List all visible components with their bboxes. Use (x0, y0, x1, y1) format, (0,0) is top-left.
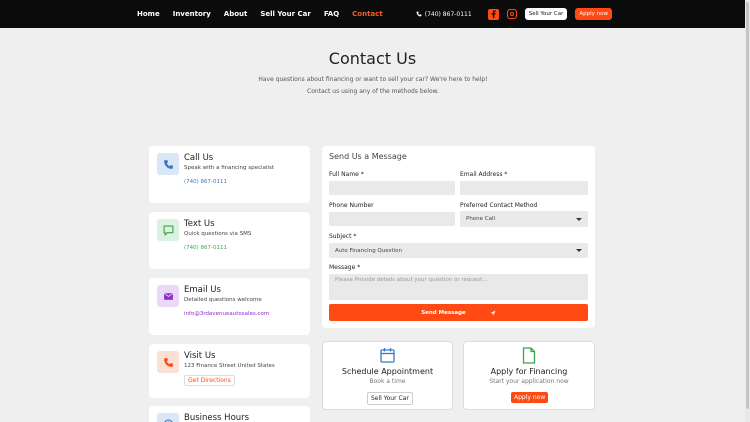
phone-number-input[interactable] (329, 212, 455, 226)
page-scrollbar[interactable] (745, 0, 750, 422)
schedule-appointment-title: Schedule Appointment (341, 367, 434, 376)
page-subtitle: Have questions about financing or want t… (258, 76, 488, 95)
visit-us-address: 123 Finance Street United States (184, 363, 275, 369)
business-hours-title: Business Hours (184, 413, 250, 422)
document-icon (464, 347, 594, 364)
phone-icon (157, 153, 179, 175)
text-us-title: Text Us (184, 219, 215, 229)
message-icon (157, 219, 179, 241)
location-icon (157, 351, 179, 373)
call-us-title: Call Us (184, 153, 214, 163)
calendar-icon (323, 347, 452, 363)
text-us-phone-link[interactable]: (740) 867-0111 (184, 245, 227, 251)
apply-for-financing-subtitle: Start your application now (489, 378, 569, 385)
email-us-title: Email Us (184, 285, 221, 295)
text-us-description: Quick questions via SMS (184, 231, 252, 237)
header-apply-now-button[interactable]: Apply now (575, 8, 612, 20)
header-actions: (740) 867-0111 Sell Your Car Apply now (416, 0, 612, 28)
email-input[interactable] (460, 181, 588, 195)
clock-icon (157, 413, 179, 422)
call-us-phone-link[interactable]: (740) 867-0111 (184, 179, 227, 185)
instagram-icon[interactable] (506, 9, 517, 19)
apply-for-financing-card: Apply for Financing Start your applicati… (463, 341, 595, 410)
scrollbar-thumb[interactable] (746, 2, 749, 409)
full-name-input[interactable] (329, 181, 455, 195)
main-nav: Home Inventory About Sell Your Car FAQ C… (137, 0, 383, 28)
nav-about[interactable]: About (224, 10, 248, 18)
header-phone-number: (740) 867-0111 (424, 10, 472, 18)
text-us-card: Text Us Quick questions via SMS (740) 86… (149, 212, 310, 269)
subject-select[interactable]: Auto Financing Question (329, 243, 588, 258)
contact-method-select[interactable]: Phone Call (460, 211, 588, 227)
contact-form: Send Us a Message Full Name * Email Addr… (322, 146, 595, 328)
apply-now-button[interactable]: Apply now (511, 392, 549, 403)
call-us-card: Call Us Speak with a financing specialis… (149, 146, 310, 203)
schedule-sell-your-car-button[interactable]: Sell Your Car (367, 392, 413, 405)
email-us-link[interactable]: info@3rdavenueautosales.com (184, 311, 269, 317)
nav-faq[interactable]: FAQ (324, 10, 339, 18)
contact-method-value: Phone Call (466, 216, 496, 222)
schedule-appointment-card: Schedule Appointment Book a time Sell Yo… (322, 341, 453, 410)
schedule-appointment-subtitle: Book a time (369, 378, 406, 385)
email-icon (157, 285, 179, 307)
send-icon (490, 310, 496, 315)
nav-inventory[interactable]: Inventory (173, 10, 211, 18)
email-us-description: Detailed questions welcome (184, 297, 262, 303)
contact-method-label: Preferred Contact Method (460, 202, 538, 209)
business-hours-card: Business Hours (149, 406, 310, 422)
phone-icon (416, 11, 422, 17)
email-label: Email Address * (460, 171, 508, 178)
form-title: Send Us a Message (329, 152, 407, 161)
message-label: Message * (329, 264, 361, 271)
send-message-label: Send Message (421, 309, 466, 316)
nav-sell-your-car[interactable]: Sell Your Car (260, 10, 310, 18)
top-navigation-bar: Home Inventory About Sell Your Car FAQ C… (0, 0, 750, 28)
subject-label: Subject * (329, 233, 357, 240)
get-directions-button[interactable]: Get Directions (184, 375, 235, 386)
full-name-label: Full Name * (329, 171, 364, 178)
facebook-icon[interactable] (487, 8, 499, 20)
header-phone-link[interactable]: (740) 867-0111 (416, 11, 472, 18)
page-title: Contact Us (328, 49, 417, 68)
message-textarea[interactable]: Please Provide details about your questi… (329, 274, 588, 300)
header-sell-your-car-button[interactable]: Sell Your Car (524, 8, 568, 20)
visit-us-title: Visit Us (184, 351, 216, 361)
subject-value: Auto Financing Question (335, 247, 403, 254)
visit-us-card: Visit Us 123 Finance Street United State… (149, 344, 310, 398)
call-us-description: Speak with a financing specialist (184, 165, 275, 171)
send-message-button[interactable]: Send Message (329, 304, 588, 321)
chevron-down-icon (576, 217, 582, 221)
nav-contact[interactable]: Contact (352, 10, 383, 18)
chevron-down-icon (576, 249, 582, 252)
apply-for-financing-title: Apply for Financing (490, 367, 568, 376)
email-us-card: Email Us Detailed questions welcome info… (149, 278, 310, 335)
nav-home[interactable]: Home (137, 10, 160, 18)
phone-number-label: Phone Number (329, 202, 374, 209)
